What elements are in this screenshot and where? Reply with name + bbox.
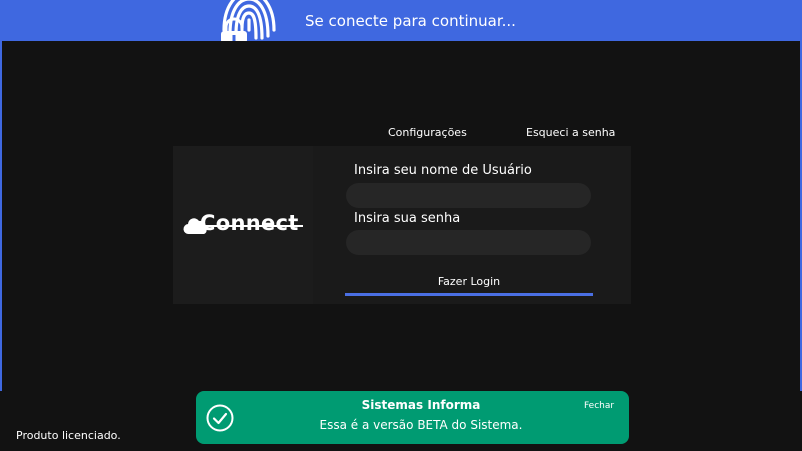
- username-input[interactable]: [346, 183, 591, 208]
- password-input[interactable]: [346, 230, 591, 255]
- login-button[interactable]: Fazer Login: [345, 272, 593, 296]
- logo-strike-line: [199, 225, 303, 227]
- toast-title: Sistemas Informa: [361, 398, 481, 412]
- notification-toast: Sistemas Informa Essa é a versão BETA do…: [196, 391, 629, 444]
- fingerprint-icon: [218, 0, 280, 41]
- header-bar: Se conecte para continuar...: [0, 0, 802, 41]
- connect-logo: Connect: [183, 211, 305, 238]
- toast-close-button[interactable]: Fechar: [584, 401, 614, 411]
- toast-message: Essa é a versão BETA do Sistema.: [319, 418, 523, 432]
- settings-link[interactable]: Configurações: [388, 126, 467, 139]
- forgot-password-link[interactable]: Esqueci a senha: [526, 126, 615, 139]
- username-label: Insira seu nome de Usuário: [354, 163, 532, 178]
- license-status: Produto licenciado.: [16, 429, 121, 442]
- header-title: Se conecte para continuar...: [305, 12, 516, 30]
- logo-text: Connect: [200, 211, 299, 235]
- login-panel: Connect Insira seu nome de Usuário Insir…: [173, 146, 631, 304]
- password-label: Insira sua senha: [354, 211, 461, 226]
- check-circle-icon: [206, 404, 234, 432]
- logo-area: Connect: [173, 146, 313, 304]
